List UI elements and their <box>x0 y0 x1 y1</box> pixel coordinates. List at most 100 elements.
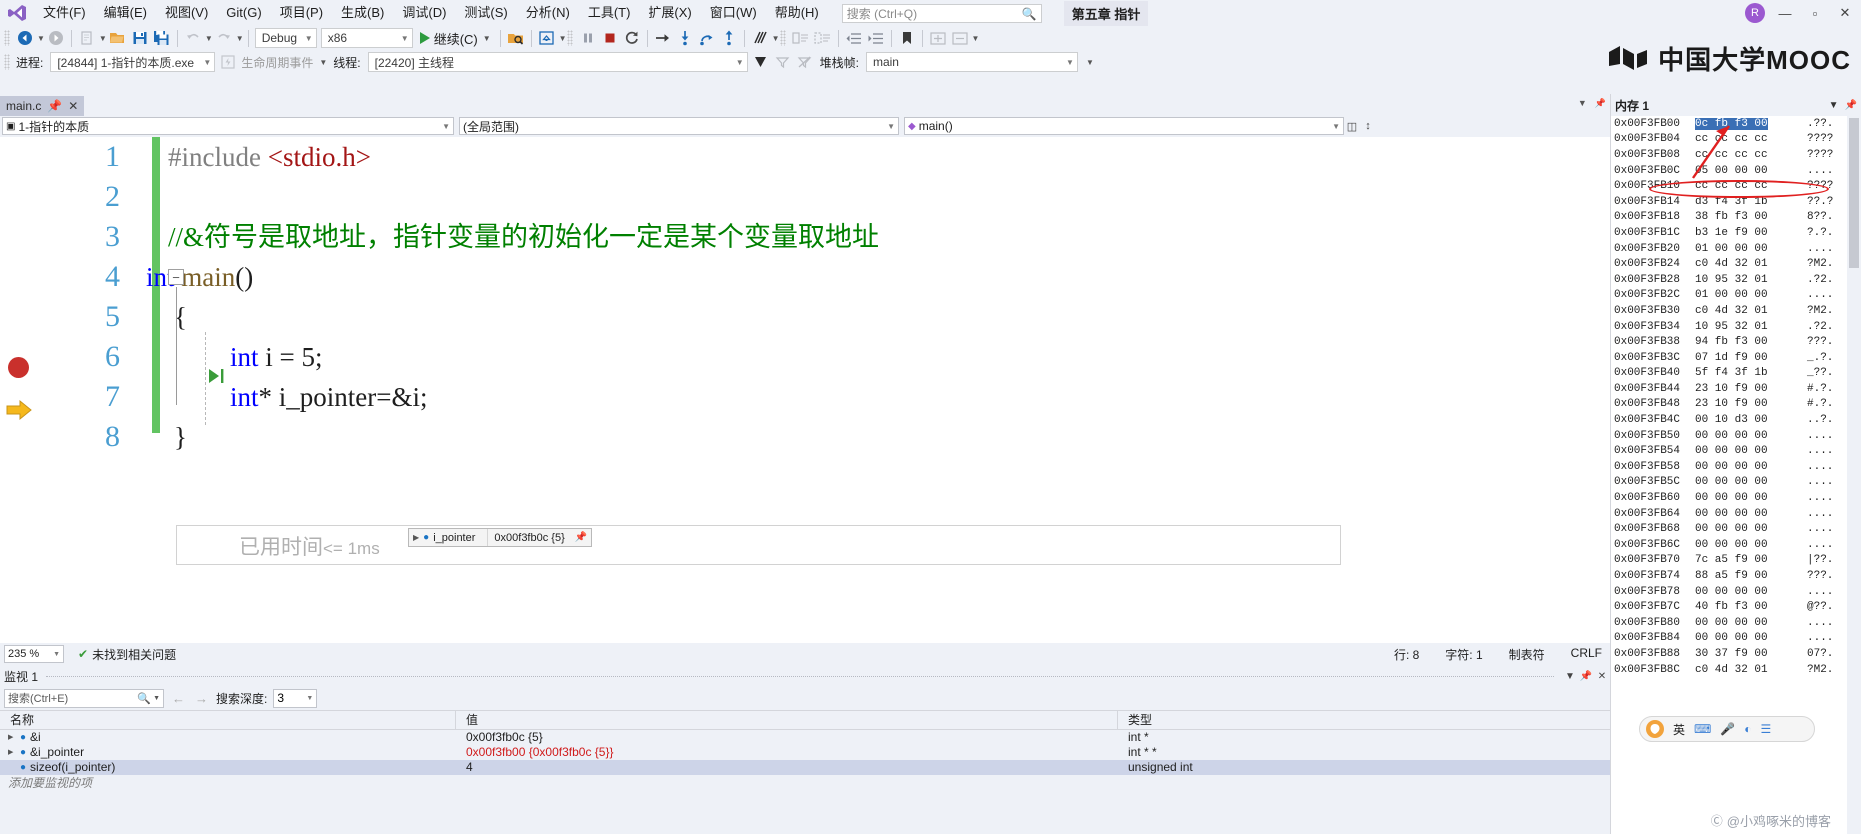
memory-hex-bytes[interactable]: 10 95 32 01 <box>1695 274 1807 286</box>
memory-row[interactable]: 0x00F3FB20 01 00 00 00.... <box>1611 241 1861 257</box>
step-into-icon[interactable] <box>674 27 696 49</box>
bookmark-icon[interactable] <box>896 27 918 49</box>
show-next-statement-icon[interactable] <box>652 27 674 49</box>
comment-icon[interactable] <box>790 27 812 49</box>
memory-hex-bytes[interactable]: 94 fb f3 00 <box>1695 336 1807 348</box>
memory-row[interactable]: 0x00F3FB38 94 fb f3 00???. <box>1611 334 1861 350</box>
toolbar-grip[interactable] <box>4 54 10 70</box>
chevron-down-icon[interactable]: ▼ <box>1829 100 1839 111</box>
memory-hex-bytes[interactable]: 00 00 00 00 <box>1695 445 1807 457</box>
ime-language-label[interactable]: 英 <box>1673 721 1685 738</box>
debug-datatip[interactable]: ▶ ● i_pointer 0x00f3fb0c {5} 📌 <box>408 528 593 547</box>
platform-dropdown[interactable]: x86 ▼ <box>320 28 413 48</box>
pin-icon[interactable]: 📌 <box>47 99 62 113</box>
memory-hex-bytes[interactable]: 00 00 00 00 <box>1695 539 1807 551</box>
memory-row[interactable]: 0x00F3FB04 cc cc cc cc???? <box>1611 132 1861 148</box>
redo-icon[interactable] <box>213 27 235 49</box>
memory-hex-bytes[interactable]: 00 00 00 00 <box>1695 617 1807 629</box>
memory-hex-bytes[interactable]: 5f f4 3f 1b <box>1695 367 1807 379</box>
navigate-forward-icon[interactable] <box>45 27 67 49</box>
memory-hex-bytes[interactable]: 7c a5 f9 00 <box>1695 554 1807 566</box>
memory-hex-bytes[interactable]: 00 00 00 00 <box>1695 461 1807 473</box>
arrow-right-icon[interactable]: → <box>193 691 210 706</box>
sogou-logo-icon[interactable] <box>1646 720 1664 738</box>
diagnostics-icon[interactable] <box>749 27 771 49</box>
menu-item-file[interactable]: 文件(F) <box>34 0 95 26</box>
expander-triangle-icon[interactable]: ▶ <box>8 745 16 760</box>
code-line[interactable]: //&符号是取地址，指针变量的初始化一定是某个变量取地址 <box>168 217 1610 257</box>
memory-row[interactable]: 0x00F3FB18 38 fb f3 00 8??. <box>1611 210 1861 226</box>
menu-item-edit[interactable]: 编辑(E) <box>95 0 156 26</box>
panel-drag-handle[interactable] <box>46 675 1554 677</box>
memory-row[interactable]: 0x00F3FB40 5f f4 3f 1b _??. <box>1611 366 1861 382</box>
memory-hex-bytes[interactable]: 23 10 f9 00 <box>1695 383 1807 395</box>
expander-triangle-icon[interactable]: ▶ <box>409 533 423 542</box>
memory-hex-bytes[interactable]: c0 4d 32 01 <box>1695 664 1807 676</box>
collapse-icon[interactable] <box>949 27 971 49</box>
memory-row[interactable]: 0x00F3FB80 00 00 00 00.... <box>1611 615 1861 631</box>
process-dropdown[interactable]: [24844] 1-指针的本质.exe ▼ <box>50 52 216 72</box>
navigate-back-caret-icon[interactable]: ▼ <box>37 34 45 43</box>
undo-icon[interactable] <box>182 27 204 49</box>
save-icon[interactable] <box>129 27 151 49</box>
watch-add-item-row[interactable]: 添加要监视的项 <box>0 775 1610 791</box>
memory-hex-bytes[interactable]: cc cc cc cc <box>1695 133 1807 145</box>
breakpoint-icon[interactable] <box>8 357 29 378</box>
ime-toolbar[interactable]: 英 ⌨ 🎤 ◐ ☰ <box>1639 716 1815 742</box>
menu-item-build[interactable]: 生成(B) <box>332 0 393 26</box>
menu-item-help[interactable]: 帮助(H) <box>766 0 828 26</box>
new-item-icon[interactable] <box>76 27 98 49</box>
memory-row[interactable]: 0x00F3FB44 23 10 f9 00 #.?. <box>1611 381 1861 397</box>
code-line[interactable]: int i = 5; <box>230 337 1610 377</box>
toolbar-grip[interactable] <box>566 30 573 46</box>
memory-hex-bytes[interactable]: 38 fb f3 00 <box>1695 211 1807 223</box>
close-icon[interactable]: ✕ <box>68 99 78 113</box>
split-view-icon[interactable]: ◫ <box>1344 117 1360 135</box>
code-line[interactable]: } <box>174 417 1610 457</box>
memory-row[interactable]: 0x00F3FB78 00 00 00 00.... <box>1611 584 1861 600</box>
thread-dropdown[interactable]: [22420] 主线程 ▼ <box>367 52 748 72</box>
memory-row[interactable]: 0x00F3FB6C 00 00 00 00.... <box>1611 537 1861 553</box>
memory-hex-bytes[interactable]: 00 00 00 00 <box>1695 430 1807 442</box>
memory-row[interactable]: 0x00F3FB5C 00 00 00 00.... <box>1611 475 1861 491</box>
memory-row[interactable]: 0x00F3FB3C 07 1d f9 00 _.?. <box>1611 350 1861 366</box>
microphone-icon[interactable]: 🎤 <box>1720 722 1735 736</box>
problems-indicator[interactable]: ✔ 未找到相关问题 <box>78 646 176 663</box>
table-row[interactable]: ▶ ● &i 0x00f3fb0c {5} int * <box>0 730 1610 745</box>
toolbar-grip[interactable] <box>779 30 786 46</box>
watch-search-input[interactable]: 搜索(Ctrl+E) 🔍 ▼ <box>4 688 164 708</box>
memory-row[interactable]: 0x00F3FB74 88 a5 f9 00???. <box>1611 568 1861 584</box>
memory-row[interactable]: 0x00F3FB14 d3 f4 3f 1b??.? <box>1611 194 1861 210</box>
more-icon[interactable]: ☰ <box>1761 722 1772 736</box>
memory-hex-bytes[interactable]: d3 f4 3f 1b <box>1695 196 1807 208</box>
memory-hex-bytes[interactable]: 00 00 00 00 <box>1695 492 1807 504</box>
memory-hex-bytes[interactable]: 01 00 00 00 <box>1695 289 1807 301</box>
diagnostics-caret-icon[interactable]: ▼ <box>772 34 780 43</box>
memory-hex-bytes[interactable]: 00 00 00 00 <box>1695 523 1807 535</box>
memory-hex-bytes[interactable]: 23 10 f9 00 <box>1695 398 1807 410</box>
memory-hex-bytes[interactable]: 05 00 00 00 <box>1695 165 1807 177</box>
stop-icon[interactable] <box>599 27 621 49</box>
continue-button[interactable]: 继续(C) ▼ <box>415 27 496 49</box>
step-over-icon[interactable] <box>696 27 718 49</box>
memory-hex-bytes[interactable]: cc cc cc cc <box>1695 149 1807 161</box>
redo-caret-icon[interactable]: ▼ <box>236 34 244 43</box>
table-row[interactable]: ● sizeof(i_pointer) 4 unsigned int <box>0 760 1610 775</box>
pin-icon[interactable]: 📌 <box>1845 100 1857 111</box>
watch-row-value[interactable]: 0x00f3fb00 {0x00f3fb0c {5}} <box>456 745 1118 760</box>
filter-icon[interactable] <box>772 51 794 73</box>
hot-reload-caret-icon[interactable]: ▼ <box>559 34 567 43</box>
watch-row-value[interactable]: 0x00f3fb0c {5} <box>456 730 1118 745</box>
memory-hex-bytes[interactable]: 40 fb f3 00 <box>1695 601 1807 613</box>
memory-row[interactable]: 0x00F3FB28 10 95 32 01 .?2. <box>1611 272 1861 288</box>
search-depth-dropdown[interactable]: 3 ▼ <box>273 688 318 708</box>
new-item-caret-icon[interactable]: ▼ <box>99 34 107 43</box>
code-line[interactable]: int main() <box>146 257 1610 297</box>
code-line[interactable]: #include <stdio.h> <box>168 137 1610 177</box>
memory-hex-bytes[interactable]: 10 95 32 01 <box>1695 321 1807 333</box>
arrow-left-icon[interactable]: ← <box>170 691 187 706</box>
open-folder-icon[interactable] <box>107 27 129 49</box>
navbar-scope-dropdown[interactable]: (全局范围) ▼ <box>459 117 899 135</box>
minimize-icon[interactable]: — <box>1775 3 1795 23</box>
chevron-down-icon[interactable]: ▼ <box>153 695 160 702</box>
